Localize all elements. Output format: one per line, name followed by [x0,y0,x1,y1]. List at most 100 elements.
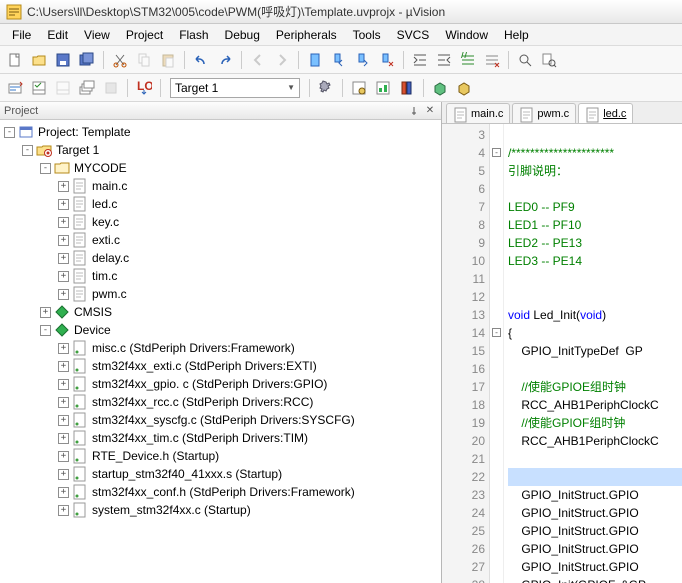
tree-file[interactable]: +stm32f4xx_conf.h (StdPeriph Drivers:Fra… [0,483,441,501]
menu-help[interactable]: Help [496,25,537,45]
tree-project-root[interactable]: -Project: Template [0,123,441,141]
tree-toggle[interactable]: + [58,505,69,516]
menu-project[interactable]: Project [118,25,171,45]
books-button[interactable] [396,77,418,99]
code-line[interactable] [508,360,682,378]
nav-fwd-button[interactable] [271,49,293,71]
tree-toggle[interactable]: + [58,271,69,282]
paste-button[interactable] [157,49,179,71]
code-line[interactable]: GPIO_InitStruct.GPIO [508,558,682,576]
menu-debug[interactable]: Debug [217,25,268,45]
panel-close-button[interactable]: ✕ [423,104,437,118]
menu-svcs[interactable]: SVCS [389,25,438,45]
tree-file[interactable]: +key.c [0,213,441,231]
file-ext-button[interactable] [348,77,370,99]
tree-toggle[interactable]: + [58,487,69,498]
pack-installer-button[interactable] [429,77,451,99]
code-line[interactable]: void Led_Init(void) [508,306,682,324]
menu-edit[interactable]: Edit [39,25,76,45]
save-all-button[interactable] [76,49,98,71]
tree-group-mycode[interactable]: -MYCODE [0,159,441,177]
tree-toggle[interactable]: + [58,217,69,228]
nav-back-button[interactable] [247,49,269,71]
editor-tab[interactable]: main.c [446,103,510,123]
tree-toggle[interactable]: + [58,199,69,210]
tree-toggle[interactable]: + [58,253,69,264]
fold-toggle[interactable]: - [492,148,501,157]
stop-build-button[interactable] [100,77,122,99]
menu-window[interactable]: Window [437,25,496,45]
tree-toggle[interactable]: - [22,145,33,156]
cut-button[interactable] [109,49,131,71]
code-line[interactable] [508,270,682,288]
code-line[interactable]: 引脚说明： [508,162,682,180]
editor-tab[interactable]: pwm.c [512,103,576,123]
download-button[interactable]: LOAD [133,77,155,99]
tree-file[interactable]: +stm32f4xx_rcc.c (StdPeriph Drivers:RCC) [0,393,441,411]
options-button[interactable] [315,77,337,99]
tree-group-cmsis[interactable]: +CMSIS [0,303,441,321]
code-line[interactable]: { [508,324,682,342]
menu-tools[interactable]: Tools [345,25,389,45]
fold-toggle[interactable]: - [492,328,501,337]
project-tree[interactable]: -Project: Template-Target 1-MYCODE+main.… [0,120,441,583]
menu-flash[interactable]: Flash [171,25,216,45]
tree-file[interactable]: +RTE_Device.h (Startup) [0,447,441,465]
tree-file[interactable]: +main.c [0,177,441,195]
new-file-button[interactable] [4,49,26,71]
code-line[interactable]: GPIO_InitTypeDef GP [508,342,682,360]
tree-file[interactable]: +system_stm32f4xx.c (Startup) [0,501,441,519]
rebuild-button[interactable] [52,77,74,99]
tree-toggle[interactable]: + [58,181,69,192]
bookmark-toggle-button[interactable] [304,49,326,71]
code-line[interactable]: RCC_AHB1PeriphClockC [508,396,682,414]
manage-rte-button[interactable] [372,77,394,99]
comment-button[interactable]: // [457,49,479,71]
undo-button[interactable] [190,49,212,71]
redo-button[interactable] [214,49,236,71]
code-editor[interactable]: 3456789101112131415161718192021222324252… [442,124,682,583]
bookmark-next-button[interactable] [352,49,374,71]
tree-toggle[interactable]: + [58,289,69,300]
code-line[interactable] [508,288,682,306]
tree-file[interactable]: +exti.c [0,231,441,249]
uncomment-button[interactable] [481,49,503,71]
tree-file[interactable]: +startup_stm32f40_41xxx.s (Startup) [0,465,441,483]
tree-file[interactable]: +stm32f4xx_syscfg.c (StdPeriph Drivers:S… [0,411,441,429]
tree-toggle[interactable]: + [58,235,69,246]
copy-button[interactable] [133,49,155,71]
bookmark-clear-button[interactable] [376,49,398,71]
find-in-files-button[interactable] [538,49,560,71]
code-line[interactable] [508,468,682,486]
code-line[interactable]: //使能GPIOF组时钟 [508,414,682,432]
tree-toggle[interactable]: + [58,451,69,462]
outdent-button[interactable] [433,49,455,71]
code-line[interactable]: GPIO_InitStruct.GPIO [508,504,682,522]
tree-toggle[interactable]: + [40,307,51,318]
save-button[interactable] [52,49,74,71]
code-line[interactable] [508,126,682,144]
tree-toggle[interactable]: - [40,163,51,174]
tree-toggle[interactable]: + [58,433,69,444]
code-line[interactable] [508,180,682,198]
fold-gutter[interactable]: -- [490,124,504,583]
code-line[interactable] [508,450,682,468]
tree-group-device[interactable]: -Device [0,321,441,339]
code-line[interactable]: LED0 -- PF9 [508,198,682,216]
tree-file[interactable]: +stm32f4xx_exti.c (StdPeriph Drivers:EXT… [0,357,441,375]
tree-toggle[interactable]: + [58,379,69,390]
menu-peripherals[interactable]: Peripherals [268,25,345,45]
batch-build-button[interactable] [76,77,98,99]
tree-file[interactable]: +led.c [0,195,441,213]
menu-view[interactable]: View [76,25,118,45]
find-button[interactable] [514,49,536,71]
code-line[interactable]: //使能GPIOE组时钟 [508,378,682,396]
code-line[interactable]: /********************** [508,144,682,162]
tree-toggle[interactable]: + [58,361,69,372]
tree-file[interactable]: +misc.c (StdPeriph Drivers:Framework) [0,339,441,357]
tree-toggle[interactable]: - [40,325,51,336]
code-line[interactable]: LED3 -- PE14 [508,252,682,270]
tree-target[interactable]: -Target 1 [0,141,441,159]
tree-toggle[interactable]: + [58,397,69,408]
menu-file[interactable]: File [4,25,39,45]
